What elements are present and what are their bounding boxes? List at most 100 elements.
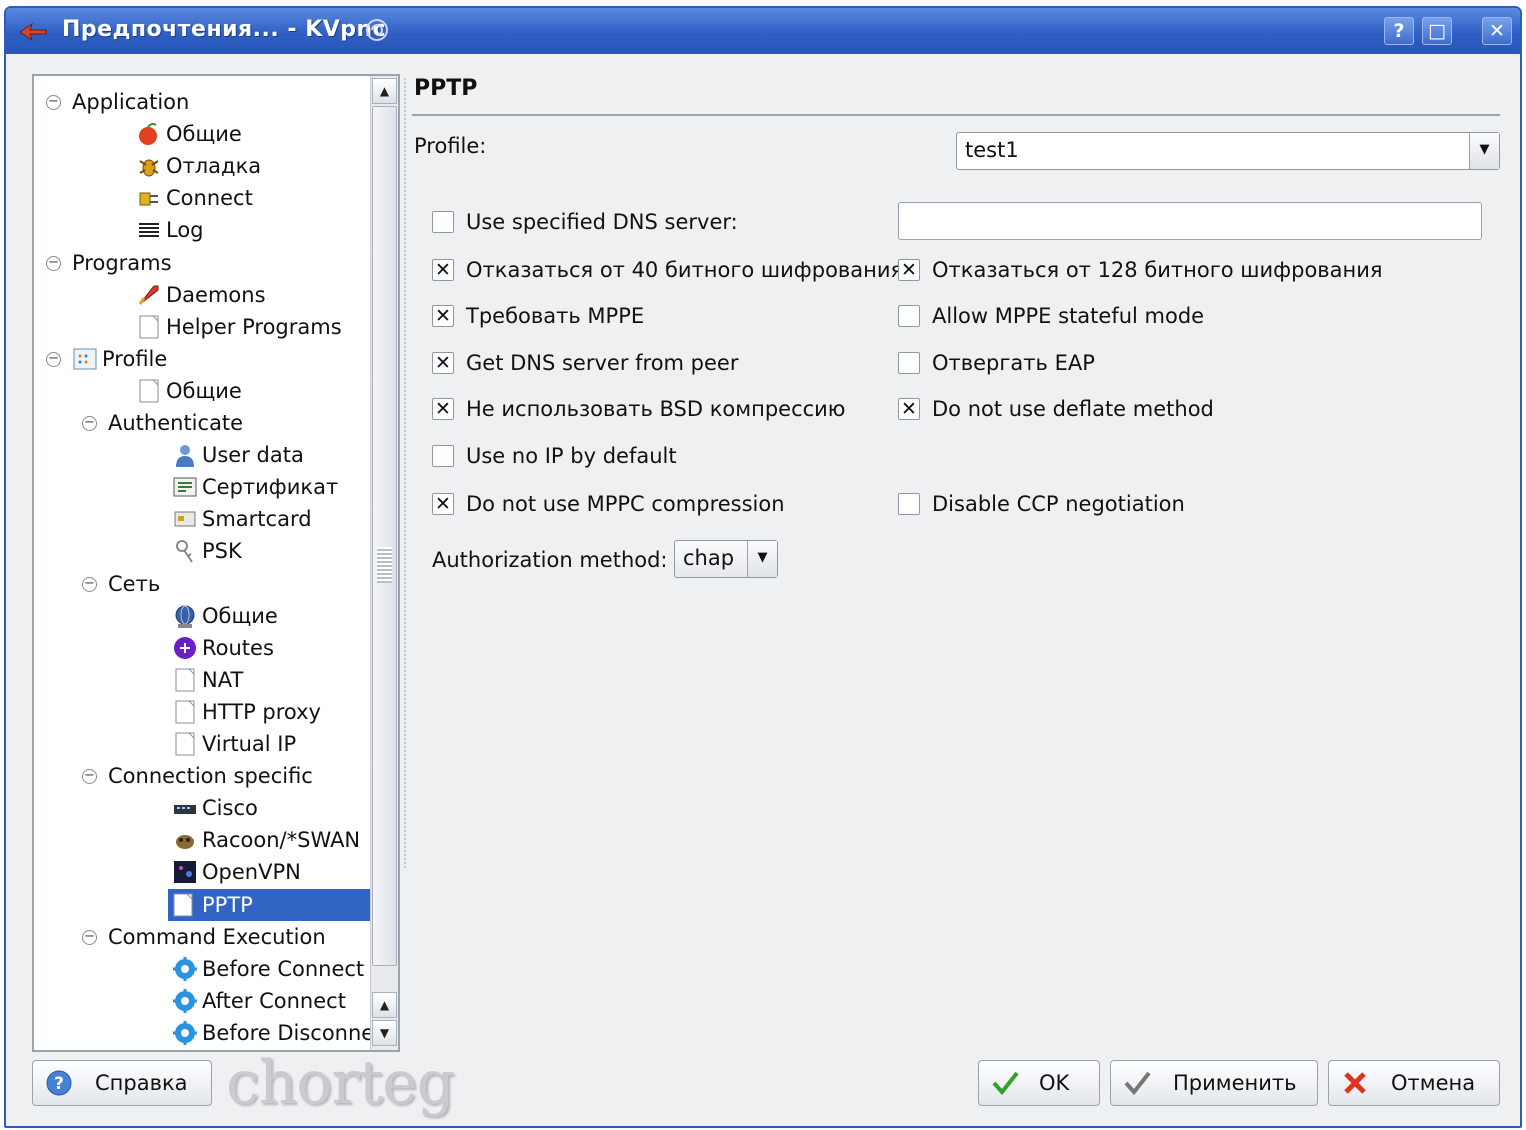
dns-server-input[interactable] <box>898 202 1482 240</box>
apply-button[interactable]: Применить <box>1110 1060 1318 1106</box>
tree-item-label: PSK <box>202 539 242 564</box>
tree-item[interactable]: − Command Execution <box>34 921 370 953</box>
chevron-down-icon[interactable]: ▼ <box>1469 133 1499 169</box>
checkbox-box[interactable]: ✕ <box>432 305 454 327</box>
checkbox-box[interactable] <box>898 352 920 374</box>
tree-item-label: Before Disconnect <box>202 1020 394 1045</box>
tree-item-label: User data <box>202 443 304 468</box>
tree-item[interactable]: Отладка <box>34 150 370 182</box>
pptp-settings-panel: PPTP Profile: test1 ▼ Use specified DNS … <box>412 70 1504 1050</box>
ok-button[interactable]: OK <box>978 1060 1100 1106</box>
tree-item[interactable]: Helper Programs <box>34 311 370 343</box>
collapse-toggle-icon[interactable]: − <box>46 95 61 110</box>
tree-item[interactable]: − Programs <box>34 247 370 279</box>
scroll-thumb[interactable] <box>372 106 397 966</box>
tree-item[interactable]: After Connect <box>34 985 370 1017</box>
checkbox-box[interactable] <box>898 305 920 327</box>
tree-item[interactable]: − Authenticate <box>34 407 370 439</box>
tree-item-label: Before Connect <box>202 956 365 981</box>
profile-combo[interactable]: test1 ▼ <box>956 132 1500 170</box>
tree-scrollbar[interactable]: ▲ ▲ ▼ <box>370 76 398 1050</box>
pane-splitter[interactable] <box>404 78 406 868</box>
scroll-up-arrow-icon-bottom[interactable]: ▲ <box>372 992 397 1018</box>
tree-item[interactable]: PPTP <box>168 888 370 921</box>
collapse-toggle-icon[interactable]: − <box>46 351 61 367</box>
tree-item[interactable]: Сертификат <box>34 471 370 503</box>
tree-item[interactable]: Daemons <box>34 279 370 311</box>
title-bar[interactable]: Предпочтения... - KVpnc ? □ ✕ <box>6 8 1520 54</box>
cross-red-icon <box>1344 1072 1366 1094</box>
checkbox-box[interactable]: ✕ <box>898 259 920 281</box>
checkbox-box[interactable] <box>432 445 454 467</box>
checkmark-green-icon <box>992 1071 1019 1096</box>
tree-item-label: Smartcard <box>202 507 312 532</box>
tree-item[interactable]: Connect <box>34 182 370 214</box>
auth-method-combo[interactable]: chap ▼ <box>674 540 778 578</box>
profile-grid-icon <box>72 346 98 372</box>
blank-page-icon <box>136 314 162 340</box>
checkbox-box[interactable] <box>432 211 454 233</box>
tree-item-label: Programs <box>72 250 172 275</box>
tree-item[interactable]: Racoon/*SWAN <box>34 824 370 856</box>
tree-item[interactable]: Общие <box>34 375 370 407</box>
collapse-toggle-icon[interactable]: − <box>82 769 97 785</box>
certificate-icon <box>172 474 198 500</box>
tree-item[interactable]: Before Connect <box>34 953 370 985</box>
tree-item[interactable]: Smartcard <box>34 503 370 535</box>
checkbox-box[interactable]: ✕ <box>898 398 920 420</box>
tree-item-label: OpenVPN <box>202 860 301 885</box>
maximize-button[interactable]: □ <box>1422 17 1452 45</box>
tree-item-label: Helper Programs <box>166 314 342 339</box>
question-icon: ? <box>46 1070 72 1096</box>
tree-item[interactable]: HTTP proxy <box>34 696 370 728</box>
kvpnc-app-icon <box>19 22 47 42</box>
collapse-toggle-icon[interactable]: − <box>82 576 97 592</box>
tree-item[interactable]: Virtual IP <box>34 728 370 760</box>
scroll-up-arrow-icon[interactable]: ▲ <box>372 78 397 104</box>
checkmark-grey-icon <box>1124 1071 1151 1096</box>
tree-item-label: Общие <box>166 122 242 147</box>
tree-item-label: Отладка <box>166 154 262 179</box>
help-title-button[interactable]: ? <box>1384 17 1414 45</box>
tree-item[interactable]: − Connection specific <box>34 760 370 792</box>
checkbox-box[interactable]: ✕ <box>432 398 454 420</box>
checkbox-box[interactable]: ✕ <box>432 259 454 281</box>
help-button[interactable]: ? Справка <box>32 1060 212 1106</box>
tree-item[interactable]: Общие <box>34 118 370 150</box>
tree-item[interactable]: PSK <box>34 535 370 567</box>
close-button[interactable]: ✕ <box>1482 17 1512 45</box>
scroll-down-arrow-icon[interactable]: ▼ <box>372 1020 397 1046</box>
tree-item[interactable]: Before Disconnect <box>34 1017 394 1049</box>
checkbox-box[interactable] <box>898 493 920 515</box>
tree-item[interactable]: − Сеть <box>34 568 370 600</box>
checkbox-box[interactable]: ✕ <box>432 352 454 374</box>
smartcard-icon <box>172 506 198 532</box>
tree-item[interactable]: − Application <box>34 86 370 118</box>
title-separator <box>412 114 1500 116</box>
collapse-toggle-icon[interactable]: − <box>82 416 97 431</box>
tree-item-label: Cisco <box>202 796 258 821</box>
tree-item-label: Profile <box>102 346 168 371</box>
tree-item[interactable]: NAT <box>34 664 370 696</box>
collapse-toggle-icon[interactable]: − <box>82 929 97 945</box>
shade-spiral-icon[interactable] <box>362 16 392 44</box>
tree-item[interactable]: OpenVPN <box>34 856 370 888</box>
tree-item[interactable]: − Profile <box>34 343 370 375</box>
profile-combo-value: test1 <box>965 138 1019 162</box>
checkbox-box[interactable]: ✕ <box>432 493 454 515</box>
settings-tree: − Application Общие Отладка Connect Log − Progr… <box>32 74 400 1052</box>
tree-item[interactable]: User data <box>34 439 370 471</box>
cancel-button[interactable]: Отмена <box>1328 1060 1500 1106</box>
gear-blue-icon <box>172 988 198 1014</box>
chevron-down-icon[interactable]: ▼ <box>747 541 777 577</box>
tree-content: − Application Общие Отладка Connect Log − Progr… <box>34 76 394 1050</box>
tree-item-label: Connect <box>166 186 253 211</box>
tree-item-label: Общие <box>202 603 278 628</box>
tree-item[interactable]: Log <box>34 214 370 246</box>
collapse-toggle-icon[interactable]: − <box>46 255 61 271</box>
tree-item[interactable]: Routes <box>34 632 370 664</box>
tree-item-label: Authenticate <box>108 411 244 435</box>
tree-item[interactable]: Общие <box>34 600 370 632</box>
window-title: Предпочтения... - KVpnc <box>62 17 387 42</box>
tree-item[interactable]: Cisco <box>34 792 370 824</box>
